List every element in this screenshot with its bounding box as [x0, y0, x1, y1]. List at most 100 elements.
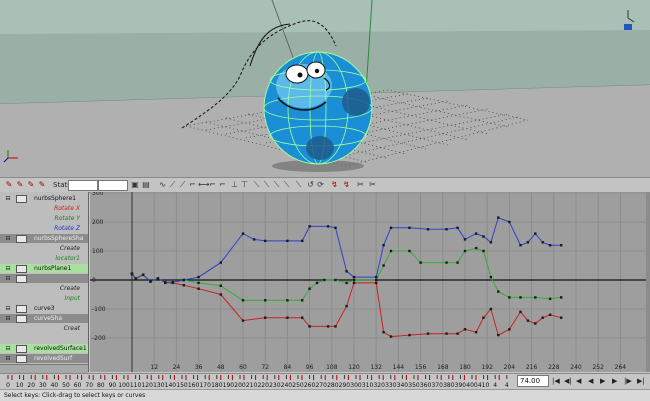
keyframe-point[interactable]: [308, 287, 311, 290]
keyframe-point[interactable]: [474, 232, 478, 235]
keyframe-point[interactable]: [508, 328, 511, 331]
expand-toggle-icon[interactable]: ⊟: [4, 234, 12, 243]
clamped-tangent-icon[interactable]: ⟋: [178, 179, 187, 190]
keyframe-point[interactable]: [560, 296, 563, 299]
keyframe-point[interactable]: [474, 331, 478, 334]
keyframe-point[interactable]: [315, 281, 319, 285]
keyframe-point[interactable]: [352, 275, 356, 279]
keyframe-point[interactable]: [345, 281, 348, 285]
keyframe-point[interactable]: [445, 332, 448, 335]
keyframe-point[interactable]: [171, 281, 174, 284]
outliner-channel-row[interactable]: Create: [0, 244, 88, 253]
plateau-tangent-icon[interactable]: ⌐: [218, 179, 227, 190]
keyframe-point[interactable]: [463, 238, 467, 241]
keyframe-point[interactable]: [508, 296, 511, 299]
frame-all-icon[interactable]: ▣: [130, 179, 140, 190]
insert-key-icon[interactable]: ✎: [15, 179, 25, 190]
keyframe-point[interactable]: [389, 226, 393, 229]
keyframe-point[interactable]: [497, 333, 500, 337]
keyframe-point[interactable]: [352, 281, 356, 285]
expand-toggle-icon[interactable]: ⊟: [4, 264, 12, 273]
keyframe-point[interactable]: [219, 261, 222, 264]
keyframe-point[interactable]: [197, 281, 200, 285]
keyframe-point[interactable]: [219, 284, 222, 287]
keyframe-point[interactable]: [382, 331, 385, 334]
perspective-viewport[interactable]: [0, 0, 650, 177]
outliner-channel-row[interactable]: Rotate Z: [0, 224, 88, 233]
keyframe-point[interactable]: [463, 249, 467, 253]
keyframe-point[interactable]: [408, 249, 411, 253]
keyframe-point[interactable]: [560, 316, 563, 319]
outliner-object-row[interactable]: ⊟: [0, 274, 88, 283]
go-to-start-icon[interactable]: |◀: [552, 376, 560, 386]
keyframe-point[interactable]: [286, 239, 289, 243]
keyframe-point[interactable]: [334, 226, 337, 229]
keyframe-point[interactable]: [264, 316, 267, 319]
keyframe-point[interactable]: [286, 299, 289, 302]
keyframe-point[interactable]: [182, 284, 185, 287]
keyframe-point[interactable]: [345, 270, 348, 273]
keyframe-point[interactable]: [334, 278, 337, 282]
step-back-frame-icon[interactable]: ◀: [576, 376, 581, 386]
cycle-offset-icon[interactable]: ↺: [306, 179, 315, 190]
outliner-channel-row[interactable]: Input: [0, 294, 88, 303]
stats-value-field[interactable]: [98, 180, 128, 191]
keyframe-point[interactable]: [534, 296, 537, 299]
outliner-object-row[interactable]: ⊟ nurbsPlane1: [0, 264, 88, 273]
outliner-object-row[interactable]: ⊟ revolvedSurf: [0, 354, 88, 363]
graph-vertical-scrollbar[interactable]: [646, 192, 650, 372]
keyframe-point[interactable]: [463, 328, 467, 331]
keyframe-point[interactable]: [326, 325, 330, 328]
keyframe-point[interactable]: [323, 278, 326, 282]
keyframe-point[interactable]: [489, 275, 493, 279]
keyframe-point[interactable]: [389, 249, 393, 253]
keyframe-point[interactable]: [301, 316, 304, 319]
buffer-curve-icon[interactable]: ↯: [330, 179, 339, 190]
keyframe-point[interactable]: [519, 310, 522, 314]
keyframe-point[interactable]: [519, 296, 522, 299]
expand-toggle-icon[interactable]: ⊟: [4, 194, 12, 203]
fixed-tangent-icon[interactable]: ⌐: [208, 179, 217, 190]
outliner-channel-row[interactable]: [0, 334, 88, 343]
outliner-channel-row[interactable]: Rotate Y: [0, 214, 88, 223]
pre-infinity-icon[interactable]: ⟍: [272, 179, 281, 190]
keyframe-point[interactable]: [548, 297, 552, 301]
keyframe-point[interactable]: [252, 238, 256, 241]
keyframe-point[interactable]: [241, 299, 245, 302]
snapshot-icon[interactable]: ✂: [356, 179, 365, 190]
keyframe-point[interactable]: [497, 290, 500, 293]
break-tangent-icon[interactable]: ⊥: [230, 179, 239, 190]
expand-toggle-icon[interactable]: ⊟: [4, 314, 12, 323]
outliner-horizontal-scrollbar[interactable]: [0, 364, 88, 373]
add-key-icon[interactable]: ✎: [37, 179, 47, 190]
keyframe-point[interactable]: [308, 325, 311, 328]
keyframe-point[interactable]: [134, 277, 137, 280]
frame-playback-icon[interactable]: ▤: [141, 179, 151, 190]
lattice-icon[interactable]: ✎: [26, 179, 36, 190]
keyframe-point[interactable]: [541, 316, 544, 319]
paste-icon[interactable]: ✂: [368, 179, 377, 190]
step-forward-frame-icon[interactable]: ▶: [612, 376, 617, 386]
keyframe-point[interactable]: [456, 226, 459, 229]
keyframe-point[interactable]: [130, 272, 134, 275]
keyframe-point[interactable]: [426, 228, 430, 231]
keyframe-point[interactable]: [182, 278, 185, 282]
keyframe-point[interactable]: [141, 273, 145, 276]
keyframe-point[interactable]: [482, 249, 485, 253]
keyframe-point[interactable]: [489, 307, 493, 311]
go-to-end-icon[interactable]: ▶|: [637, 376, 645, 386]
keyframe-point[interactable]: [445, 261, 448, 264]
stats-time-field[interactable]: [68, 180, 98, 191]
keyframe-point[interactable]: [149, 280, 152, 283]
keyframe-point[interactable]: [445, 228, 448, 231]
linear-tangent-icon[interactable]: ⟋: [168, 179, 177, 190]
keyframe-point[interactable]: [241, 319, 245, 322]
expand-toggle-icon[interactable]: ⊟: [4, 304, 12, 313]
free-weight-icon[interactable]: ⟍: [252, 179, 261, 190]
outliner-object-row[interactable]: ⊟ curve3: [0, 304, 88, 313]
keyframe-point[interactable]: [326, 225, 330, 228]
keyframe-point[interactable]: [197, 287, 200, 290]
lock-weight-icon[interactable]: ⟍: [262, 179, 271, 190]
keyframe-point[interactable]: [382, 244, 385, 247]
keyframe-point[interactable]: [534, 232, 537, 235]
